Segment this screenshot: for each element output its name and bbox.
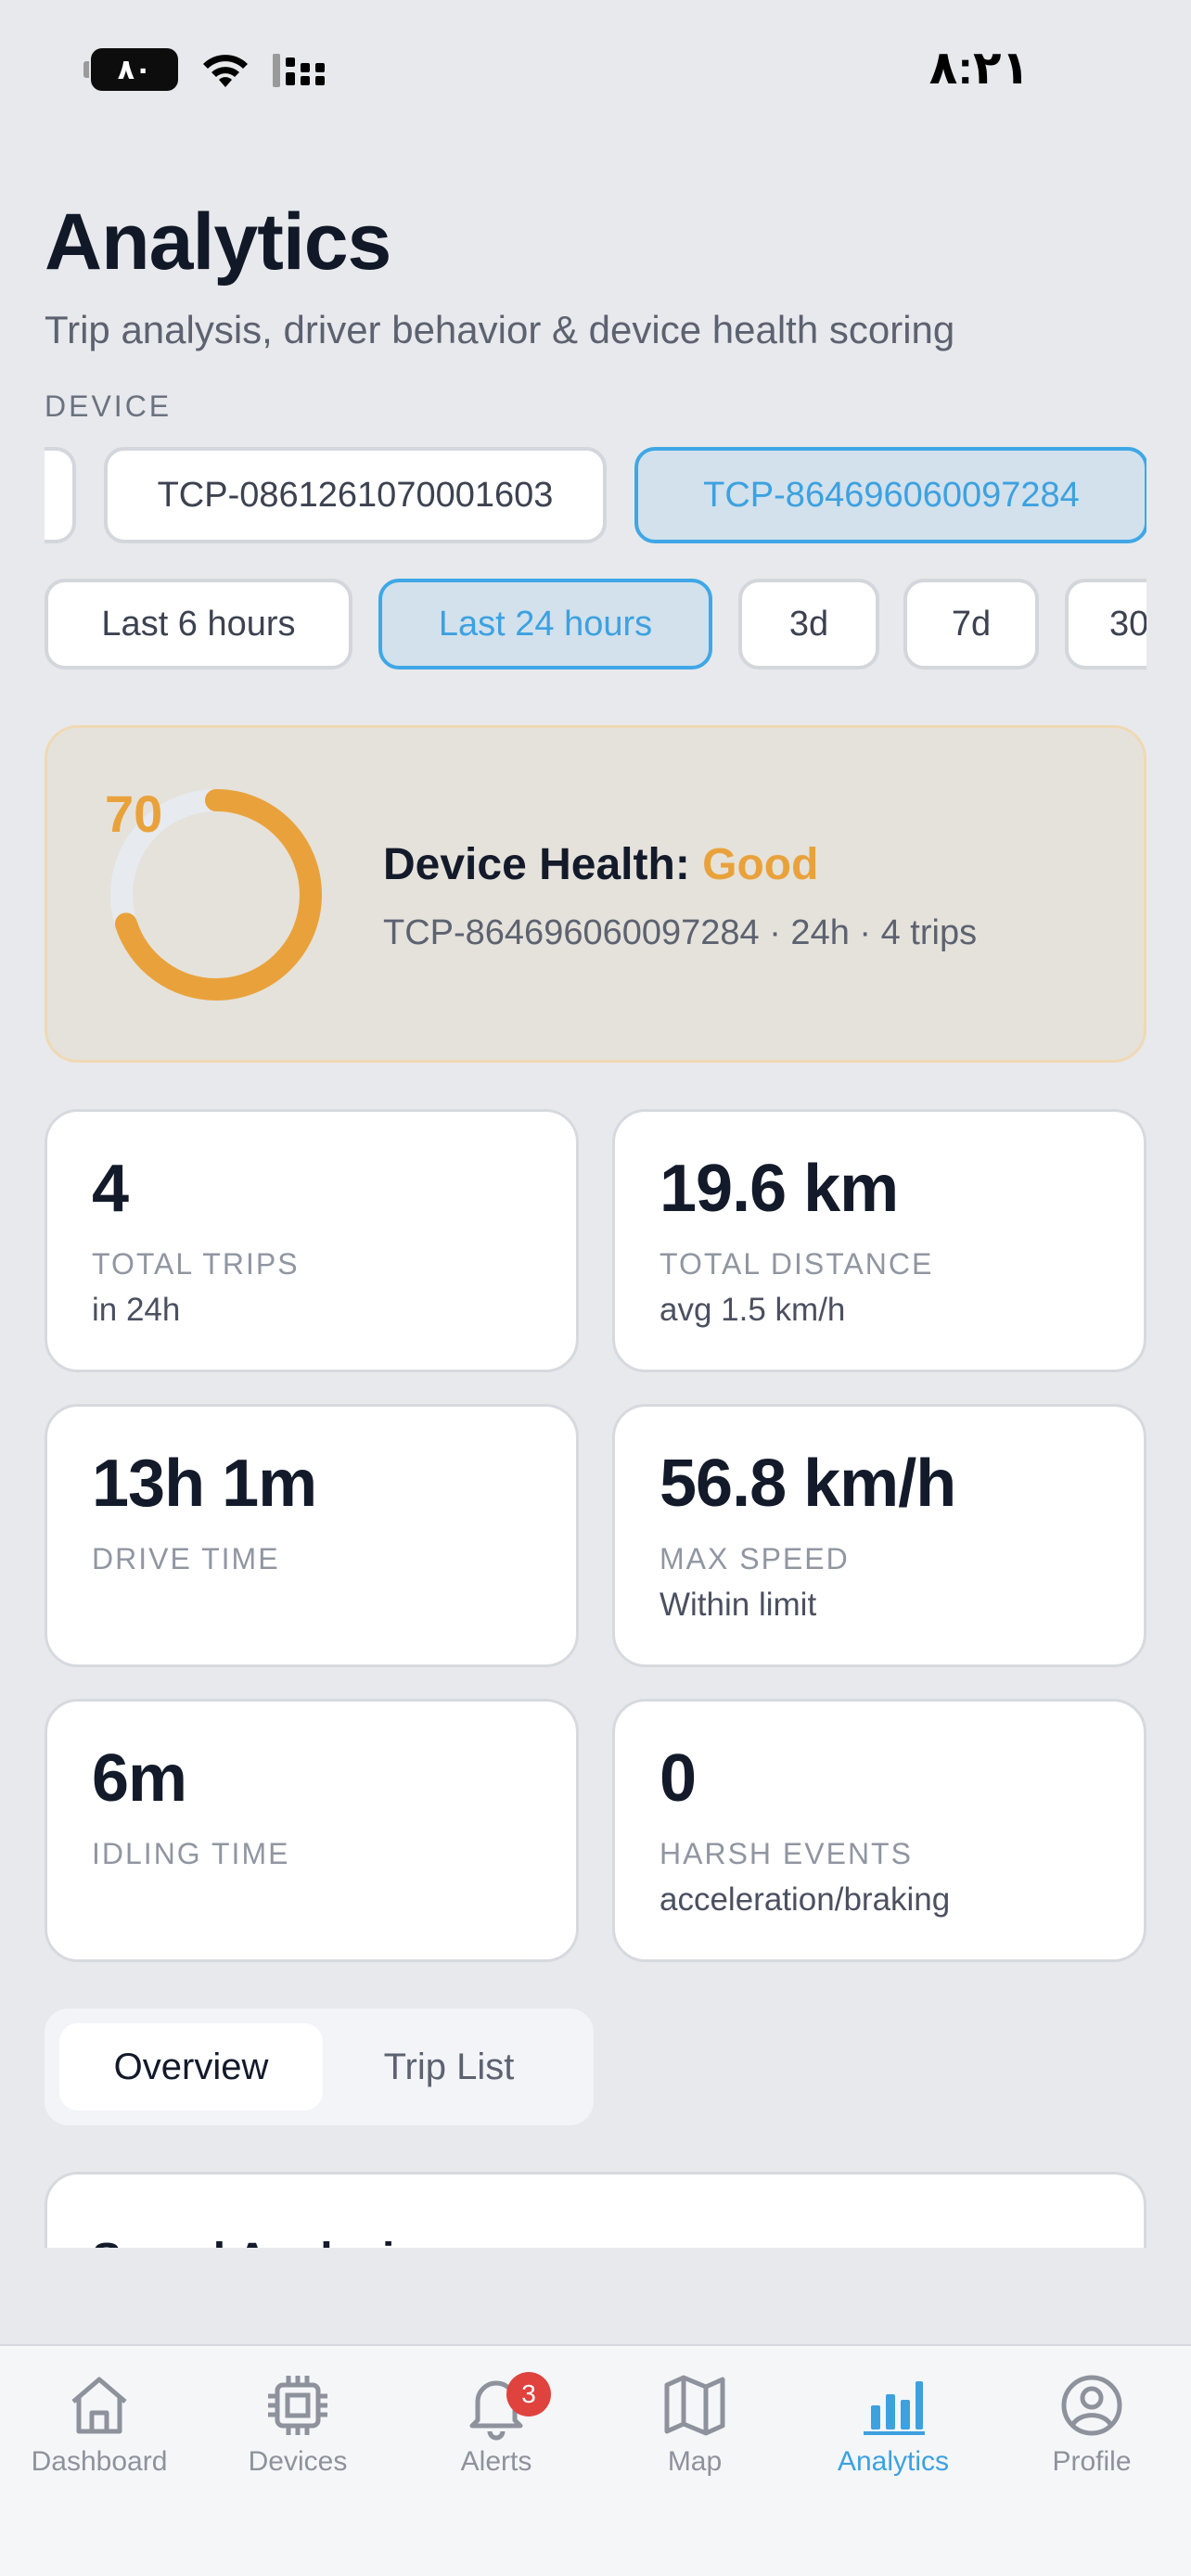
device-health-card: 70 Device Health: Good TCP-8646960600972… <box>45 725 1146 1063</box>
stat-value: 13h 1m <box>92 1447 317 1521</box>
stat-label: TOTAL TRIPS <box>92 1247 300 1281</box>
nav-label: Profile <box>1052 2446 1132 2477</box>
stat-label: DRIVE TIME <box>92 1542 280 1575</box>
home-icon <box>71 2377 127 2434</box>
device-section-label: DEVICE <box>45 389 173 423</box>
status-bar: ٨٠ ٨:٢١ <box>0 0 1191 139</box>
device-selector[interactable]: TCP-0861261070001603 TCP-864696060097284 <box>45 447 1146 543</box>
range-chip-3d[interactable]: 3d <box>738 579 879 670</box>
tab-trip-list[interactable]: Trip List <box>317 2023 581 2111</box>
speed-analysis-card: Speed Analysis <box>45 2172 1146 2248</box>
stat-card-drive-time: 13h 1m DRIVE TIME <box>45 1404 579 1667</box>
stat-label: IDLING TIME <box>92 1837 290 1870</box>
health-title-prefix: Device Health: <box>383 840 703 889</box>
stat-label: HARSH EVENTS <box>660 1837 913 1870</box>
stat-sub: avg 1.5 km/h <box>660 1292 846 1328</box>
stat-value: 0 <box>660 1741 697 1816</box>
health-score: 70 <box>105 784 163 843</box>
health-title: Device Health: Good <box>383 839 818 890</box>
speed-analysis-title: Speed Analysis <box>92 2234 419 2248</box>
nav-label: Devices <box>248 2446 348 2477</box>
battery-level: ٨٠ <box>117 54 152 85</box>
nav-analytics[interactable]: Analytics <box>794 2370 992 2500</box>
bar-chart-icon <box>864 2381 925 2435</box>
device-chip[interactable]: TCP-0861261070001603 <box>104 447 607 543</box>
device-chip-selected[interactable]: TCP-864696060097284 <box>634 447 1146 543</box>
nav-label: Dashboard <box>31 2446 168 2477</box>
stat-card-harsh-events: 0 HARSH EVENTS acceleration/braking <box>612 1699 1146 1962</box>
nav-label: Alerts <box>460 2446 532 2477</box>
nav-alerts[interactable]: 3 Alerts <box>397 2370 596 2500</box>
page-subtitle: Trip analysis, driver behavior & device … <box>45 308 955 351</box>
stat-sub: acceleration/braking <box>660 1881 951 1918</box>
health-meta: TCP-864696060097284 · 24h · 4 trips <box>383 913 978 952</box>
alerts-badge: 3 <box>506 2372 551 2417</box>
wifi-icon <box>203 55 248 87</box>
device-chip-partial[interactable] <box>45 447 76 543</box>
tab-overview[interactable]: Overview <box>59 2023 323 2111</box>
nav-label: Analytics <box>837 2446 950 2477</box>
stat-value: 4 <box>92 1152 129 1226</box>
nav-profile[interactable]: Profile <box>992 2370 1191 2500</box>
nav-map[interactable]: Map <box>596 2370 794 2500</box>
health-status: Good <box>702 840 819 889</box>
range-chip-6h[interactable]: Last 6 hours <box>45 579 352 670</box>
page-title: Analytics <box>45 198 391 287</box>
nav-devices[interactable]: Devices <box>198 2370 397 2500</box>
user-circle-icon <box>1061 2375 1122 2436</box>
map-icon <box>664 2375 725 2436</box>
view-tabs: Overview Trip List <box>45 2009 594 2125</box>
stat-sub: in 24h <box>92 1292 181 1328</box>
stat-sub: Within limit <box>660 1587 817 1623</box>
signal-icon <box>273 54 325 87</box>
stat-card-idling-time: 6m IDLING TIME <box>45 1699 579 1962</box>
stat-value: 6m <box>92 1741 187 1816</box>
battery-icon: ٨٠ <box>83 48 178 91</box>
stat-card-total-trips: 4 TOTAL TRIPS in 24h <box>45 1109 579 1372</box>
stat-label: TOTAL DISTANCE <box>660 1247 934 1281</box>
speed-analysis-card-clip: Speed Analysis <box>45 2172 1146 2248</box>
stat-card-max-speed: 56.8 km/h MAX SPEED Within limit <box>612 1404 1146 1667</box>
clock: ٨:٢١ <box>928 42 1030 94</box>
stat-value: 19.6 km <box>660 1152 899 1226</box>
chip-icon <box>268 2376 327 2435</box>
time-range-selector[interactable]: Last 6 hours Last 24 hours 3d 7d 30 <box>45 579 1146 670</box>
stat-card-total-distance: 19.6 km TOTAL DISTANCE avg 1.5 km/h <box>612 1109 1146 1372</box>
range-chip-7d[interactable]: 7d <box>903 579 1039 670</box>
nav-label: Map <box>667 2446 723 2477</box>
nav-dashboard[interactable]: Dashboard <box>0 2370 198 2500</box>
stat-value: 56.8 km/h <box>660 1447 956 1521</box>
stat-label: MAX SPEED <box>660 1542 850 1575</box>
bottom-nav: Dashboard Devices 3 Alerts Map Analytics… <box>0 2344 1191 2576</box>
range-chip-24h[interactable]: Last 24 hours <box>378 579 712 670</box>
range-chip-30d[interactable]: 30 <box>1065 579 1146 670</box>
